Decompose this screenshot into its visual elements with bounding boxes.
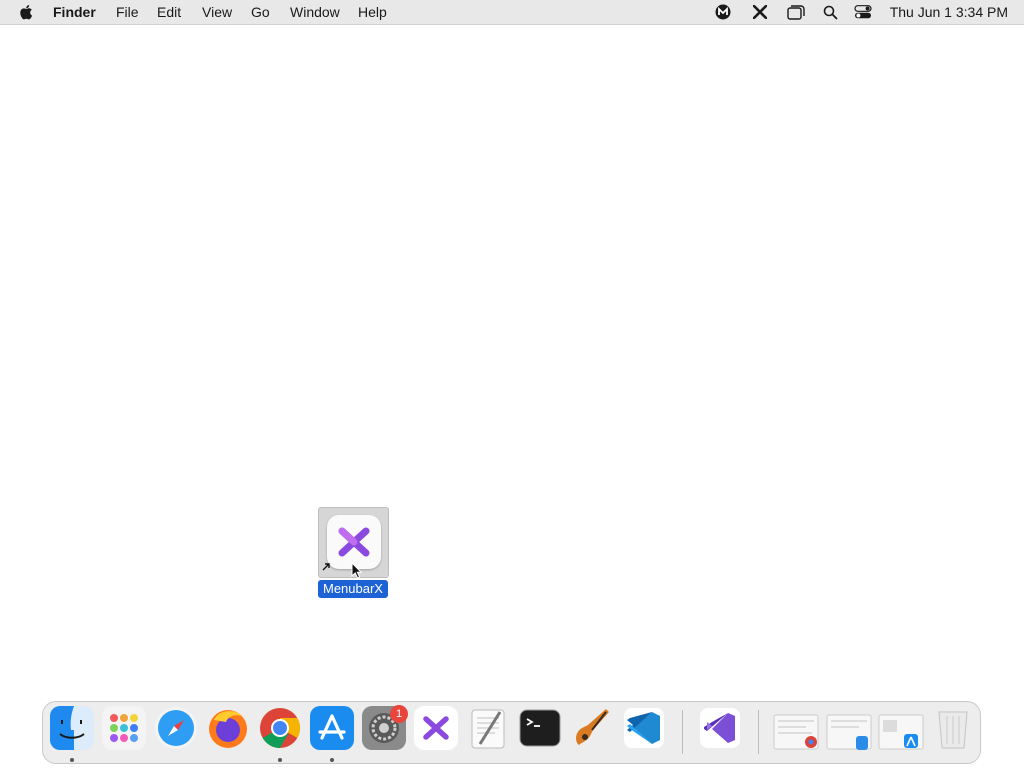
dock-separator xyxy=(758,710,759,754)
firefox-icon[interactable] xyxy=(206,706,250,750)
menubarx-dock-icon[interactable] xyxy=(414,706,458,750)
chrome-icon[interactable] xyxy=(258,706,302,750)
textedit-icon[interactable] xyxy=(466,706,510,750)
menu-file[interactable]: File xyxy=(116,4,139,20)
finder-icon[interactable] xyxy=(50,706,94,750)
desktop-icon-label: MenubarX xyxy=(318,580,388,598)
menu-go[interactable]: Go xyxy=(251,4,270,20)
menu-finder[interactable]: Finder xyxy=(53,4,96,20)
finder-running-dot xyxy=(70,758,74,762)
malwarebytes-icon[interactable] xyxy=(714,3,732,21)
dock-separator xyxy=(682,710,683,754)
mouse-pointer-icon xyxy=(351,562,363,579)
safari-icon[interactable] xyxy=(154,706,198,750)
apple-menu-icon[interactable] xyxy=(19,3,35,21)
documents-stack-icon[interactable] xyxy=(826,714,872,752)
terminal-icon[interactable] xyxy=(518,706,562,750)
notification-badge: 1 xyxy=(390,705,408,723)
applications-stack-icon[interactable] xyxy=(878,714,924,752)
downloads-stack-icon[interactable] xyxy=(773,714,819,752)
vscode-icon[interactable] xyxy=(622,706,666,750)
launchpad-icon[interactable] xyxy=(102,706,146,750)
search-icon[interactable] xyxy=(822,3,838,21)
visual-studio-icon[interactable] xyxy=(698,706,742,750)
control-center-icon[interactable] xyxy=(853,3,873,21)
app-store-icon[interactable] xyxy=(310,706,354,750)
chrome-running-dot xyxy=(278,758,282,762)
menu-clock[interactable]: Thu Jun 1 3:34 PM xyxy=(890,4,1008,20)
menu-edit[interactable]: Edit xyxy=(157,4,181,20)
menu-bar: Finder File Edit View Go Window Help Thu… xyxy=(0,0,1024,25)
app-store-running-dot xyxy=(330,758,334,762)
trash-icon[interactable] xyxy=(931,706,975,750)
menu-view[interactable]: View xyxy=(202,4,232,20)
garageband-icon[interactable] xyxy=(570,706,614,750)
menubarx-icon[interactable] xyxy=(752,3,768,21)
menubarx-app-icon xyxy=(327,515,381,569)
menu-help[interactable]: Help xyxy=(358,4,387,20)
window-icon[interactable] xyxy=(786,3,806,21)
alias-arrow-icon xyxy=(322,563,330,571)
menu-window[interactable]: Window xyxy=(290,4,340,20)
